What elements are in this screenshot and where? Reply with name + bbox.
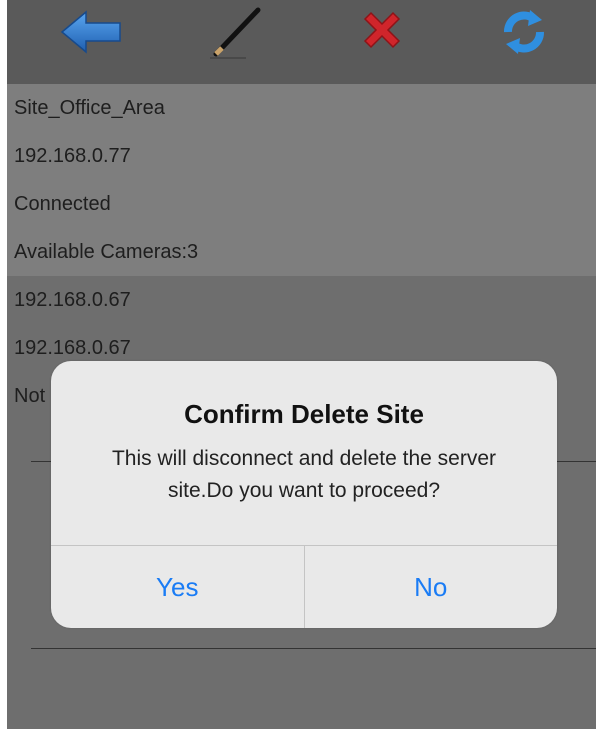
divider	[31, 648, 596, 649]
confirm-delete-dialog: Confirm Delete Site This will disconnect…	[51, 361, 557, 628]
site-name: Site_Office_Area	[14, 97, 165, 119]
dialog-button-bar: Yes No	[51, 545, 557, 628]
edit-button[interactable]	[201, 4, 271, 60]
site-ip: 192.168.0.77	[14, 145, 131, 167]
dialog-message: This will disconnect and delete the serv…	[111, 447, 497, 502]
refresh-button[interactable]	[489, 4, 559, 60]
toolbar	[7, 0, 596, 84]
pencil-edit-icon	[210, 7, 261, 59]
back-button[interactable]	[57, 4, 127, 60]
refresh-icon	[504, 10, 544, 54]
yes-button[interactable]: Yes	[51, 546, 305, 628]
delete-x-icon	[363, 11, 401, 49]
selected-site-item[interactable]: Site_Office_Area 192.168.0.77 Connected …	[7, 84, 596, 276]
site-cameras: Available Cameras:3	[14, 241, 199, 263]
no-button[interactable]: No	[305, 546, 558, 628]
delete-button[interactable]	[347, 4, 417, 60]
back-arrow-icon	[60, 10, 121, 54]
site-status: Connected	[14, 193, 111, 215]
dialog-title: Confirm Delete Site	[184, 399, 424, 429]
list-item[interactable]: 192.168.0.67	[7, 276, 596, 324]
